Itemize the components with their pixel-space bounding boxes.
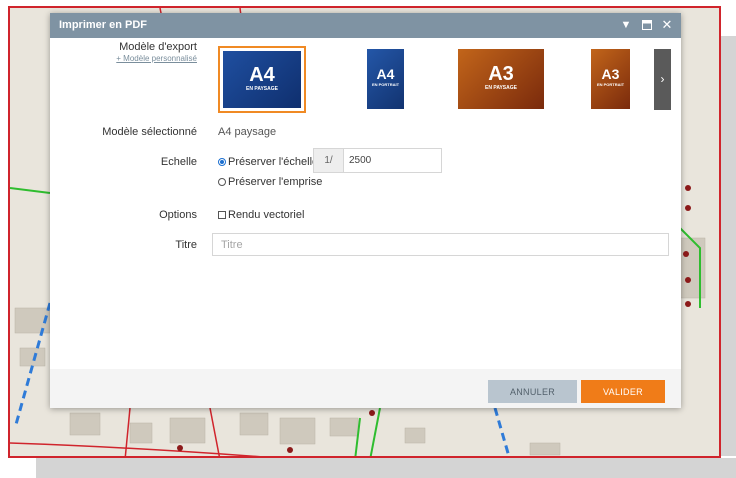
preserve-extent-radio[interactable]: [218, 178, 226, 186]
template-format: A3: [488, 63, 514, 85]
cancel-button[interactable]: ANNULER: [488, 380, 577, 403]
template-format: A4: [376, 66, 395, 82]
selected-model-value: A4 paysage: [218, 126, 277, 138]
selected-model-label: Modèle sélectionné: [102, 126, 197, 138]
vector-render-checkbox[interactable]: [218, 211, 226, 219]
maximize-icon[interactable]: [640, 18, 654, 32]
export-model-label: Modèle d'export: [119, 41, 197, 53]
options-label: Options: [159, 209, 197, 221]
preserve-scale-label[interactable]: Préserver l'échelle: [228, 156, 318, 168]
template-format: A3: [601, 66, 620, 82]
template-orientation: EN PAYSAGE: [485, 85, 517, 91]
title-label: Titre: [175, 239, 197, 251]
template-a4-landscape[interactable]: A4 EN PAYSAGE: [218, 46, 306, 113]
template-orientation: EN PORTRAIT: [371, 82, 400, 87]
scale-prefix: 1/: [314, 149, 344, 172]
carousel-next-button[interactable]: ›: [654, 49, 671, 110]
scale-input[interactable]: [346, 149, 442, 172]
scale-label: Echelle: [160, 156, 197, 168]
dialog-footer: ANNULER VALIDER: [50, 369, 681, 408]
map-shadow-right: [721, 36, 736, 456]
scale-field: 1/: [313, 148, 442, 173]
map-shadow-bottom: [36, 458, 736, 478]
print-pdf-dialog: Imprimer en PDF ▼ ✕ Modèle d'export + Mo…: [50, 13, 681, 408]
custom-model-link[interactable]: + Modèle personnalisé: [80, 54, 197, 63]
preserve-scale-radio[interactable]: [218, 158, 226, 166]
dialog-titlebar: Imprimer en PDF ▼ ✕: [50, 13, 681, 38]
title-input[interactable]: [212, 233, 669, 256]
vector-render-label[interactable]: Rendu vectoriel: [228, 209, 304, 221]
close-icon[interactable]: ✕: [660, 18, 674, 32]
template-format: A4: [249, 64, 275, 86]
validate-button[interactable]: VALIDER: [581, 380, 665, 403]
chevron-down-icon[interactable]: ▼: [619, 18, 633, 32]
template-orientation: EN PORTRAIT: [596, 82, 625, 87]
dialog-title: Imprimer en PDF: [59, 19, 148, 31]
template-orientation: EN PAYSAGE: [246, 86, 278, 92]
chevron-right-icon: ›: [660, 72, 665, 86]
preserve-extent-label[interactable]: Préserver l'emprise: [228, 176, 322, 188]
